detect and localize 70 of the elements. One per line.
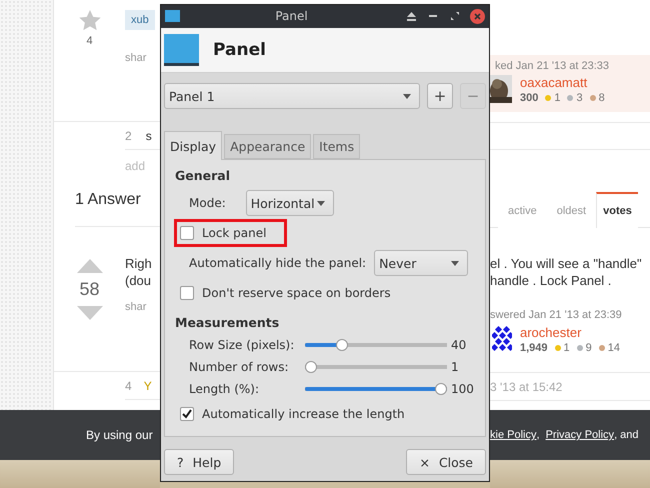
tab[interactable]: Items <box>313 134 360 159</box>
checkbox[interactable] <box>180 407 194 421</box>
footer-text: , <box>536 429 541 441</box>
panel-icon <box>164 34 199 66</box>
section-heading: Measurements <box>175 315 280 330</box>
badge-count: 1 <box>554 92 560 104</box>
add-button[interactable]: + <box>427 83 453 109</box>
dropdown[interactable]: Never <box>374 250 468 276</box>
comment-text: s <box>146 128 152 142</box>
checkbox[interactable] <box>180 226 194 240</box>
slider-label: Row Size (pixels): <box>189 338 296 352</box>
badge-count: 3 <box>576 92 583 104</box>
window-title: Panel <box>274 9 309 24</box>
close-icon[interactable] <box>469 8 485 24</box>
dropdown[interactable]: Horizontal <box>246 190 334 216</box>
field-label: Mode: <box>189 196 226 210</box>
sort-tab[interactable]: votes <box>596 192 638 228</box>
slider-label: Number of rows: <box>189 360 290 374</box>
reputation: 300 <box>520 92 538 104</box>
caret-icon <box>451 260 460 266</box>
slider-thumb[interactable] <box>305 361 317 373</box>
star-icon[interactable] <box>78 10 100 31</box>
comment-text: Y <box>144 378 152 392</box>
slider-thumb[interactable] <box>336 339 348 351</box>
footer-text: , and <box>614 429 639 441</box>
help-button[interactable]: ? Help <box>164 449 234 475</box>
badge-count: 8 <box>598 92 605 104</box>
caret-icon <box>316 200 325 206</box>
answer-text: (dou <box>125 272 152 289</box>
badge-count: 9 <box>586 342 592 354</box>
checkbox-label[interactable]: Automatically increase the length <box>202 407 405 421</box>
badge-count: 1 <box>564 342 570 354</box>
reputation: 1,949 <box>520 342 548 354</box>
tab[interactable]: Display <box>164 131 222 160</box>
comment-date: 3 '13 at 15:42 <box>490 380 562 394</box>
badge-count: 14 <box>608 342 620 354</box>
footer-link[interactable]: Privacy Policy <box>546 429 614 441</box>
dialog-heading: Panel <box>213 40 266 60</box>
user-name[interactable]: arochester <box>520 325 620 340</box>
answer-text: Righ <box>125 255 153 272</box>
answer-text: handle . Lock Panel . <box>490 272 612 289</box>
comment-score: 2 <box>125 128 132 142</box>
upvote-icon[interactable] <box>76 259 102 273</box>
comment-score: 4 <box>125 378 132 392</box>
tab[interactable]: Appearance <box>224 134 312 159</box>
vote-count: 58 <box>79 279 100 300</box>
identicon-drawing <box>492 325 512 353</box>
checkbox-label[interactable]: Lock panel <box>202 226 266 240</box>
asked-date: ked Jan 21 '13 at 23:33 <box>495 60 610 72</box>
slider-label: Length (%): <box>189 382 260 396</box>
checkbox-label[interactable]: Don't reserve space on borders <box>202 286 391 300</box>
close-button[interactable]: × Close <box>406 449 486 475</box>
answered-date: swered Jan 21 '13 at 23:39 <box>490 309 623 321</box>
answers-heading: 1 Answer <box>75 191 141 209</box>
section-heading: General <box>175 168 231 183</box>
footer-text: By using our <box>86 428 153 442</box>
caret-icon <box>403 94 411 98</box>
answer-text: el . You will see a "handle" <box>490 255 643 272</box>
window-icon <box>165 10 180 22</box>
checkbox[interactable] <box>180 286 194 300</box>
slider-value: 40 <box>451 338 466 352</box>
slider-thumb[interactable] <box>435 383 447 395</box>
panel-dropdown[interactable]: Panel 1 <box>164 83 420 109</box>
field-label: Automatically hide the panel: <box>189 256 366 270</box>
tag[interactable]: xub <box>125 10 155 30</box>
downvote-icon[interactable] <box>76 306 102 320</box>
footer-link[interactable]: kie Policy <box>490 429 536 441</box>
slider-value: 1 <box>451 360 459 374</box>
slider-value: 100 <box>451 382 474 396</box>
favorite-count: 4 <box>86 35 93 47</box>
